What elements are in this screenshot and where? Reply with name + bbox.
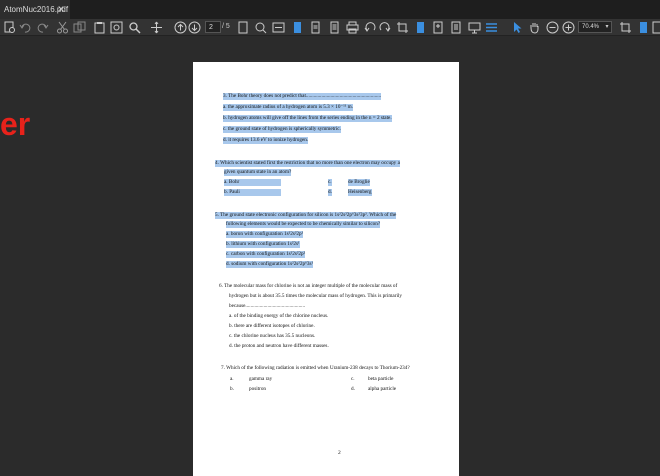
q3-option-a: a. the approximate radius of a hydrogen … — [223, 104, 353, 111]
q4-option-a: a. Bohr — [224, 179, 281, 186]
copy-icon[interactable] — [73, 21, 86, 34]
q7-option-c-letter: c. — [351, 376, 355, 382]
background-red-text: er — [0, 106, 31, 142]
next-page-icon[interactable] — [188, 21, 201, 34]
fit-page-icon[interactable] — [619, 21, 632, 34]
document-info-icon[interactable] — [450, 21, 463, 34]
fit-width-icon[interactable] — [272, 21, 285, 34]
zoom-chevron-down-icon[interactable]: ▾ — [603, 21, 611, 33]
q5-option-d: d. sodium with configuration 1s²2s²2p⁶3s… — [226, 261, 314, 268]
q3-option-c: c. the ground state of hydrogen is spher… — [223, 126, 341, 133]
q4-stem-line1: 4. Which scientist stated first the rest… — [215, 160, 400, 167]
q5-stem-line2: following elements would be expected to … — [226, 221, 381, 228]
crop-icon[interactable] — [396, 21, 409, 34]
reading-mode-icon[interactable] — [637, 21, 650, 34]
zoom-in-icon[interactable] — [562, 21, 575, 34]
facing-page-icon[interactable] — [328, 21, 341, 34]
bookmark-page-icon[interactable] — [414, 21, 427, 34]
overflow-icon[interactable] — [651, 21, 660, 34]
undo-icon[interactable] — [19, 21, 32, 34]
q4-option-d: Heisenberg — [348, 189, 372, 196]
q3-stem: 3. The Bohr theory does not predict that… — [223, 93, 382, 100]
q7-option-a: gamma ray — [249, 376, 273, 382]
q7-option-b: positron — [249, 386, 267, 392]
q5-option-c: c. carbon with configuration 1s²2s²2p² — [226, 251, 306, 258]
q4-option-b: b. Pauli — [224, 189, 281, 196]
q4-option-d-letter: d. — [328, 189, 332, 196]
previous-page-icon[interactable] — [174, 21, 187, 34]
hand-tool-icon[interactable] — [528, 21, 541, 34]
q7-option-d-letter: d. — [351, 386, 355, 392]
page-number-footer: 2 — [338, 450, 341, 456]
q7-stem: 7. Which of the following radiation is e… — [221, 365, 410, 371]
q5-stem-line1: 5. The ground state electronic configura… — [215, 212, 397, 219]
rotate-right-icon[interactable] — [378, 21, 391, 34]
q6-option-b: b. there are different isotopes of chlor… — [229, 323, 315, 329]
q7-option-d: alpha particle — [368, 386, 397, 392]
q6-option-a: a. of the binding energy of the chlorine… — [229, 313, 329, 319]
continuous-page-icon[interactable] — [309, 21, 322, 34]
pdf-page[interactable]: 3. The Bohr theory does not predict that… — [193, 62, 459, 476]
q3-option-d: d. it requires 13.6 eV to ionize hydroge… — [223, 137, 309, 144]
snapshot-icon[interactable] — [110, 21, 123, 34]
document-viewer[interactable]: er 3. The Bohr theory does not predict t… — [0, 36, 660, 476]
q6-option-d: d. the proton and neutron have different… — [229, 343, 329, 349]
tab-bar: AtomNuc2016.pdf ✕ — [0, 0, 660, 19]
zoom-page-icon[interactable] — [254, 21, 267, 34]
zoom-level-value: 70.4% — [582, 24, 600, 30]
q6-option-c: c. the chlorine nucleus has 35.5 nucleon… — [229, 333, 316, 339]
paste-icon[interactable] — [93, 21, 106, 34]
q5-option-b: b. lithium with configuration 1s²2s¹ — [226, 241, 300, 248]
redo-icon[interactable] — [36, 21, 49, 34]
pan-icon[interactable] — [150, 21, 163, 34]
tab-close-icon[interactable]: ✕ — [56, 0, 66, 19]
q6-stem-line1: 6. The molecular mass for chlorine is no… — [219, 283, 398, 289]
file-settings-icon[interactable] — [3, 21, 16, 34]
select-tool-icon[interactable] — [511, 21, 524, 34]
q4-option-c-letter: c. — [328, 179, 332, 186]
single-page-icon[interactable] — [291, 21, 304, 34]
bookmark-add-icon[interactable] — [432, 21, 445, 34]
q6-stem-line3: because.................................… — [229, 303, 306, 309]
q7-option-c: beta particle — [368, 376, 394, 382]
cut-icon[interactable] — [56, 21, 69, 34]
menu-lines-icon[interactable] — [485, 21, 498, 34]
q4-stem-line2: given quantum state in an atom? — [224, 169, 292, 176]
presentation-icon[interactable] — [468, 21, 481, 34]
zoom-out-icon[interactable] — [546, 21, 559, 34]
q7-option-b-letter: b. — [230, 386, 234, 392]
q5-option-a: a. boron with configuration 1s²2s²2p¹ — [226, 231, 304, 238]
zoom-out-page-icon[interactable] — [237, 21, 250, 34]
rotate-left-icon[interactable] — [364, 21, 377, 34]
toolbar — [0, 19, 660, 36]
q6-stem-line2: hydrogen but is about 35.5 times the mol… — [229, 293, 402, 299]
search-icon[interactable] — [128, 21, 141, 34]
print-icon[interactable] — [346, 21, 359, 34]
q4-option-c: de Broglie — [348, 179, 370, 186]
page-number-input[interactable] — [205, 21, 221, 33]
q7-option-a-letter: a. — [230, 376, 234, 382]
page-total-label: / 5 — [222, 23, 230, 30]
q3-option-b: b. hydrogen atoms will give off the line… — [223, 115, 392, 122]
